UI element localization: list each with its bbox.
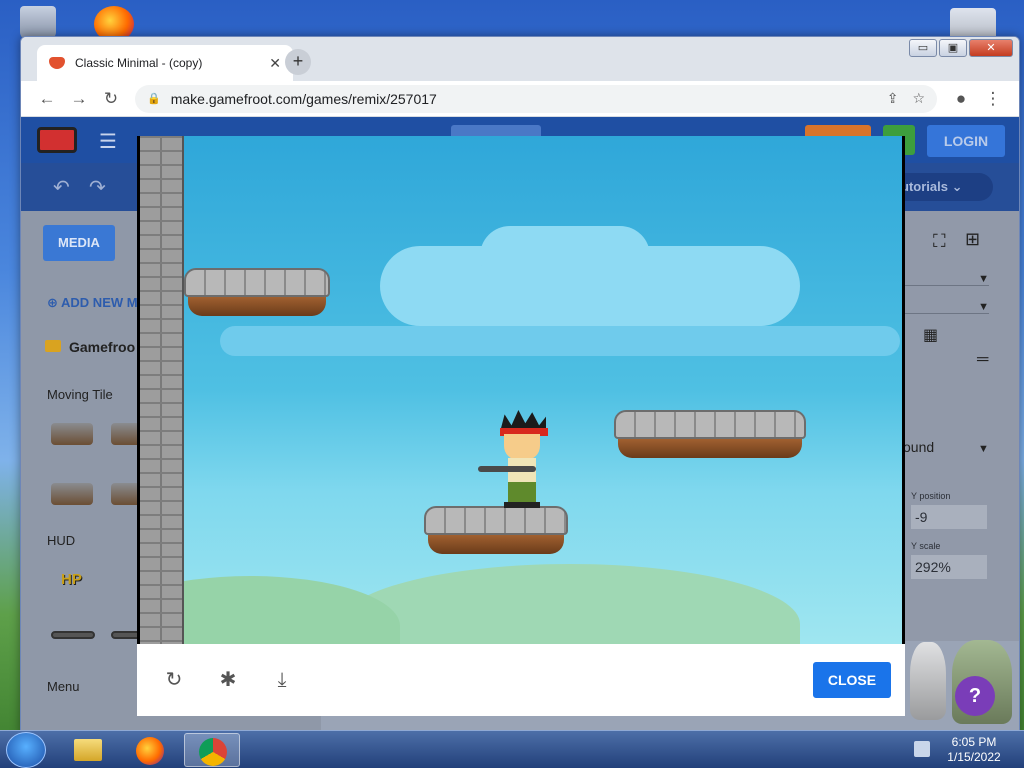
tab-title: Classic Minimal - (copy) — [75, 56, 203, 70]
chevron-down-icon: ▼ — [978, 443, 989, 455]
moving-tile-thumb[interactable] — [51, 423, 93, 445]
tab-strip: Classic Minimal - (copy) ✕ + ▭ ▣ ✕ — [21, 37, 1019, 81]
recycle-bin-icon[interactable] — [20, 6, 56, 40]
gamefroot-favicon-icon — [49, 57, 65, 69]
close-button[interactable]: CLOSE — [813, 662, 891, 698]
taskbar: 6:05 PM 1/15/2022 — [0, 730, 1024, 768]
game-canvas[interactable] — [137, 136, 905, 644]
game-preview-modal: ↻ ✱ ⤓ CLOSE — [137, 136, 905, 716]
background-dropdown[interactable]: ound ▼ — [903, 439, 989, 455]
explorer-taskbar-icon[interactable] — [60, 733, 116, 767]
menu-label: Menu — [47, 679, 80, 694]
restart-icon[interactable]: ↻ — [163, 669, 185, 691]
media-tab-button[interactable]: MEDIA — [43, 225, 115, 261]
undo-icon[interactable]: ↶ — [53, 175, 70, 200]
y-scale-label: Y scale — [911, 541, 941, 551]
minimize-button[interactable]: ▭ — [909, 39, 937, 57]
add-new-label: ADD NEW M — [61, 295, 138, 310]
y-position-label: Y position — [911, 491, 951, 501]
player-character — [478, 410, 558, 508]
stone-platform — [184, 268, 330, 316]
hamburger-menu-icon[interactable]: ☰ — [99, 129, 117, 154]
network-tray-icon[interactable] — [914, 741, 930, 757]
gamefroot-logo-icon[interactable] — [37, 127, 77, 153]
moving-tile-thumb[interactable] — [51, 483, 93, 505]
lock-icon[interactable]: 🔒 — [147, 92, 161, 105]
browser-tab[interactable]: Classic Minimal - (copy) ✕ — [37, 45, 293, 81]
share-icon[interactable]: ⇪ — [887, 90, 899, 107]
clock-time: 6:05 PM — [951, 735, 997, 749]
hud-label: HUD — [47, 533, 76, 548]
help-button[interactable]: ? — [955, 676, 995, 716]
debug-bug-icon[interactable]: ✱ — [217, 669, 239, 691]
reload-icon[interactable]: ↻ — [95, 83, 127, 115]
collapse-icon[interactable]: ═ — [977, 351, 988, 369]
system-clock[interactable]: 6:05 PM 1/15/2022 — [942, 735, 1006, 765]
clock-date: 1/15/2022 — [947, 750, 1001, 764]
maximize-button[interactable]: ▣ — [939, 39, 967, 57]
moving-tile-label: Moving Tile — [47, 387, 113, 402]
back-arrow-icon[interactable]: ← — [31, 83, 63, 115]
add-layer-icon[interactable]: ⊞ — [965, 229, 980, 250]
y-position-input[interactable]: -9 — [911, 505, 987, 529]
start-button[interactable] — [6, 732, 46, 768]
profile-icon[interactable]: ● — [945, 83, 977, 115]
stone-platform — [424, 506, 568, 554]
hp-hud-icon[interactable]: HP — [61, 571, 82, 588]
address-bar[interactable]: 🔒 make.gamefroot.com/games/remix/257017 … — [135, 84, 937, 113]
download-icon[interactable]: ⤓ — [271, 669, 293, 691]
forward-arrow-icon[interactable]: → — [63, 83, 95, 115]
hill — [340, 564, 800, 644]
bookmark-star-icon[interactable]: ☆ — [912, 90, 925, 107]
y-scale-input[interactable]: 292% — [911, 555, 987, 579]
cloud-band — [220, 326, 900, 356]
folder-label[interactable]: Gamefroo — [45, 339, 135, 355]
property-dropdown[interactable]: ▼ — [903, 301, 989, 314]
window-controls: ▭ ▣ ✕ — [909, 39, 1013, 57]
login-button[interactable]: LOGIN — [927, 125, 1005, 157]
properties-panel: ⛶ ⊞ ▼ ▼ ▦ ═ ound ▼ Y position -9 Y scale… — [903, 211, 1019, 641]
add-new-media-button[interactable]: ⊕ ADD NEW M — [47, 295, 138, 311]
address-url[interactable]: make.gamefroot.com/games/remix/257017 — [171, 91, 873, 107]
background-label: ound — [903, 439, 935, 455]
window-close-button[interactable]: ✕ — [969, 39, 1013, 57]
cloud — [480, 226, 650, 286]
skeleton-sprite — [910, 642, 946, 720]
stone-wall — [140, 136, 184, 644]
grid-icon[interactable]: ▦ — [923, 325, 938, 345]
property-dropdown[interactable]: ▼ — [903, 273, 989, 286]
chrome-taskbar-icon[interactable] — [184, 733, 240, 767]
modal-footer: ↻ ✱ ⤓ CLOSE — [137, 644, 905, 716]
stone-platform — [614, 410, 806, 458]
redo-icon[interactable]: ↷ — [89, 175, 106, 200]
browser-toolbar: ← → ↻ 🔒 make.gamefroot.com/games/remix/2… — [21, 81, 1019, 117]
hud-bar-thumb[interactable] — [51, 631, 95, 639]
add-icon: ⊕ — [47, 295, 62, 310]
new-tab-button[interactable]: + — [285, 49, 311, 75]
kebab-menu-icon[interactable]: ⋮ — [977, 83, 1009, 115]
tab-close-icon[interactable]: ✕ — [269, 55, 281, 72]
focus-icon[interactable]: ⛶ — [933, 231, 946, 252]
firefox-taskbar-icon[interactable] — [122, 733, 178, 767]
